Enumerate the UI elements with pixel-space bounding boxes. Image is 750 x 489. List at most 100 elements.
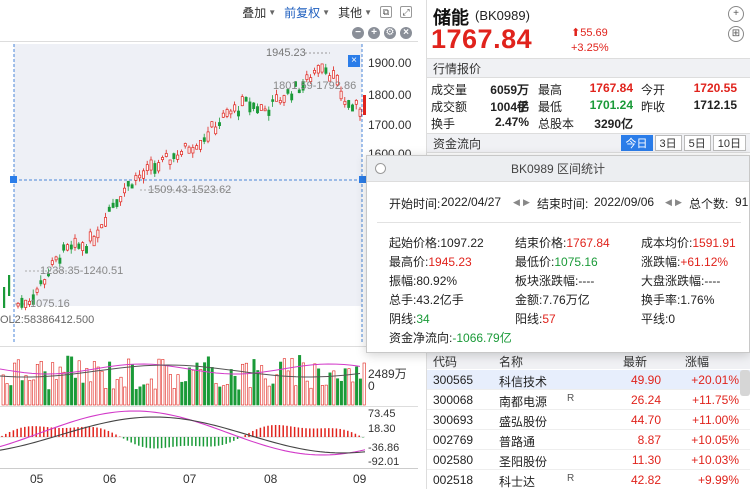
fund-tabs: 今日 3日 5日 10日 bbox=[620, 135, 746, 151]
stat-label: 最高价: bbox=[389, 255, 429, 269]
candle-body bbox=[104, 217, 107, 227]
other-menu[interactable]: 其他 ▼ bbox=[338, 4, 372, 21]
candle-body bbox=[183, 143, 187, 147]
volume-bar bbox=[24, 375, 28, 406]
grid-icon[interactable]: ⊞ bbox=[728, 26, 744, 42]
volume-svg bbox=[0, 355, 366, 406]
col-price[interactable]: 最新 bbox=[623, 353, 647, 370]
candle-body bbox=[259, 104, 263, 111]
next-arrow-icon[interactable]: ▶ bbox=[675, 197, 682, 208]
candle-body bbox=[88, 231, 92, 242]
zoom-in-icon[interactable]: + bbox=[728, 6, 744, 22]
stat-label: 阴线: bbox=[389, 312, 417, 326]
dialog-close-icon[interactable] bbox=[375, 163, 386, 174]
volume-bar bbox=[339, 380, 343, 406]
close-icon[interactable]: × bbox=[400, 26, 412, 39]
next-arrow-icon[interactable]: ▶ bbox=[523, 197, 530, 208]
volume-chart[interactable]: 2489万 0 bbox=[0, 346, 418, 406]
candle-body bbox=[134, 175, 138, 181]
kv-label: 昨收 bbox=[641, 100, 666, 114]
stat-value: 80.92% bbox=[416, 274, 458, 288]
zoom-in-icon[interactable]: + bbox=[368, 26, 380, 39]
table-scrollbar[interactable] bbox=[740, 370, 750, 396]
overlay-menu[interactable]: 叠加 ▼ bbox=[242, 4, 276, 21]
kv-label: 最高 bbox=[538, 83, 563, 97]
tab-10day[interactable]: 10日 bbox=[712, 135, 746, 151]
stat-item: 成本均价:1591.91 bbox=[641, 234, 736, 251]
volume-bar bbox=[85, 368, 89, 406]
kv-value: 1767.84 bbox=[589, 81, 633, 95]
macd-svg bbox=[0, 410, 366, 456]
candle-body bbox=[50, 260, 54, 265]
candle-body bbox=[339, 90, 343, 100]
volume-bar bbox=[127, 358, 131, 406]
x-label: 09 bbox=[353, 472, 367, 486]
restore-icon[interactable]: ⧉ bbox=[380, 6, 392, 18]
stock-code: (BK0989) bbox=[475, 8, 530, 23]
prev-arrow-icon[interactable]: ◀ bbox=[513, 197, 520, 208]
table-row[interactable]: 002769 普路通 8.87 +10.05% bbox=[427, 430, 750, 450]
candle-body bbox=[221, 112, 225, 118]
kline-chart-panel[interactable]: 叠加 ▼ 前复权 ▼ 其他 ▼ ⧉ ⤢ − + ⚙ × 1900.00 1800.00… bbox=[0, 0, 418, 489]
candle-body bbox=[168, 159, 172, 165]
volume-bar bbox=[301, 362, 305, 406]
volume-bar bbox=[267, 385, 271, 406]
table-row[interactable]: 300565 科信技术 49.90 +20.01% bbox=[427, 370, 750, 390]
candle-body bbox=[210, 121, 214, 128]
candle-body bbox=[130, 184, 134, 189]
col-name[interactable]: 名称 bbox=[499, 353, 523, 370]
volume-bar bbox=[309, 387, 313, 406]
candle-body bbox=[324, 67, 328, 74]
candle-body bbox=[199, 140, 202, 150]
tab-today[interactable]: 今日 bbox=[620, 135, 653, 151]
stat-label: 振幅: bbox=[389, 274, 417, 288]
stat-label: 结束价格: bbox=[515, 236, 567, 250]
close-selection-icon[interactable]: × bbox=[348, 55, 360, 67]
candle-body bbox=[16, 302, 20, 307]
col-code[interactable]: 代码 bbox=[433, 353, 457, 370]
kv-label: 成交额 bbox=[431, 100, 468, 114]
volume-bar bbox=[233, 375, 237, 406]
stat-value: ---- bbox=[578, 274, 595, 288]
col-change[interactable]: 涨幅 bbox=[685, 353, 709, 370]
volume-bar bbox=[324, 384, 328, 406]
prev-arrow-icon[interactable]: ◀ bbox=[665, 197, 672, 208]
candle-body bbox=[267, 109, 271, 116]
tab-3day[interactable]: 3日 bbox=[654, 135, 682, 151]
volume-bar bbox=[305, 380, 309, 406]
price-change: ⬆55.69 bbox=[571, 26, 608, 39]
macd-tick: 18.30 bbox=[368, 423, 396, 435]
candle-body bbox=[172, 153, 176, 160]
stat-value: 1097.22 bbox=[440, 236, 484, 250]
candle-body bbox=[161, 157, 164, 161]
fullscreen-icon[interactable]: ⤢ bbox=[400, 6, 412, 18]
volume-bar bbox=[355, 366, 359, 406]
settings-icon[interactable]: ⚙ bbox=[384, 26, 396, 39]
table-row[interactable]: 300693 盛弘股份 44.70 +11.00% bbox=[427, 410, 750, 430]
stat-item: 换手率:1.76% bbox=[641, 291, 714, 308]
volume-bar bbox=[237, 389, 241, 406]
volume-bar bbox=[290, 357, 294, 406]
macd-chart[interactable]: 73.45 18.30 -36.86 -92.01 bbox=[0, 406, 418, 468]
table-row[interactable]: 002580 圣阳股份 11.30 +10.03% bbox=[427, 450, 750, 470]
volume-bar bbox=[184, 381, 188, 406]
start-time-value: 2022/04/27 bbox=[441, 195, 502, 209]
volume-bar bbox=[358, 378, 362, 406]
zoom-out-icon[interactable]: − bbox=[352, 26, 364, 39]
tab-5day[interactable]: 5日 bbox=[683, 135, 711, 151]
candle-body bbox=[54, 256, 58, 261]
row-code: 300068 bbox=[433, 393, 474, 407]
candle-body bbox=[290, 93, 294, 101]
kv-value: 1004亿 bbox=[490, 100, 529, 114]
candle-body bbox=[149, 159, 153, 171]
dialog-titlebar[interactable]: BK0989 区间统计 bbox=[367, 156, 749, 182]
stat-item: 金额:7.76万亿 bbox=[515, 291, 590, 308]
table-row[interactable]: 002518 科士达 R 42.82 +9.99% bbox=[427, 470, 750, 489]
volume-bar bbox=[362, 362, 366, 406]
adjust-menu[interactable]: 前复权 ▼ bbox=[284, 4, 330, 21]
table-row[interactable]: 300068 南都电源 R 26.24 +11.75% bbox=[427, 390, 750, 410]
price-chart[interactable]: 1900.00 1800.00 1700.00 1600.00 1945.23 … bbox=[0, 44, 418, 346]
price-tick: 1900.00 bbox=[368, 56, 412, 70]
volume-bar bbox=[149, 378, 153, 406]
volume-bar bbox=[279, 361, 283, 406]
